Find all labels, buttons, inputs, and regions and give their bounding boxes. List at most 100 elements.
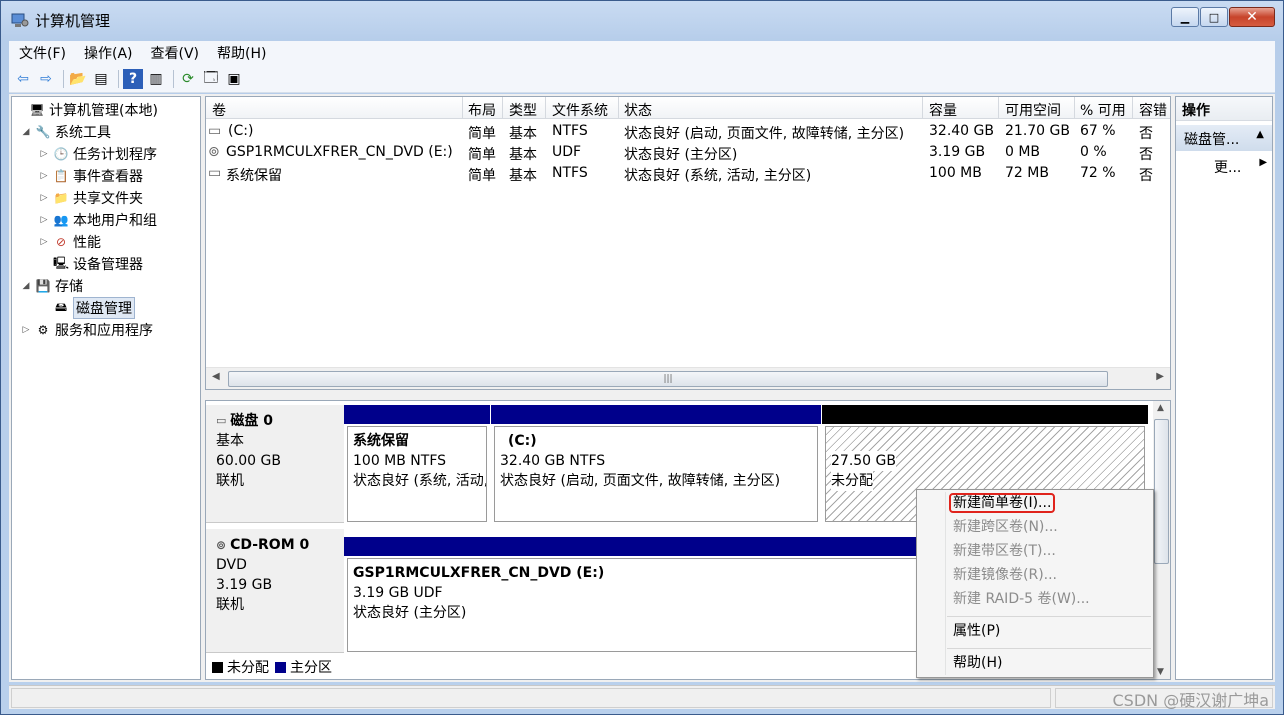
column-header-capacity[interactable]: 容量 — [929, 100, 957, 120]
column-header-volume[interactable]: 卷 — [212, 100, 226, 120]
column-header-status[interactable]: 状态 — [624, 100, 652, 120]
performance-icon: ⊘ — [55, 235, 67, 249]
collapse-up-icon[interactable]: ▲ — [1256, 129, 1264, 147]
cell-layout: 简单 — [468, 147, 496, 163]
new-simple-volume-item[interactable]: 新建简单卷(I)... — [919, 492, 1151, 516]
toolbar: ⇦ ⇨ 📂 ▤ ? ▥ ⟳ 🗔 ▣ — [9, 65, 1275, 93]
menu-view[interactable]: 查看(V) — [141, 43, 208, 63]
actions-disk-management[interactable]: 磁盘管... ▲ — [1176, 125, 1272, 151]
menu-help[interactable]: 帮助(H) — [207, 43, 274, 63]
tree-item-device-manager[interactable]: 🖳 设备管理器 — [38, 253, 143, 275]
tree-item-local-users[interactable]: ▷ 👥 本地用户和组 — [38, 209, 157, 231]
cell-volume: GSP1RMCULXFRER_CN_DVD (E:) — [226, 144, 453, 160]
forward-icon[interactable]: ⇨ — [36, 69, 56, 89]
partition-body: (C:) 32.40 GB NTFS 状态良好 (启动, 页面文件, 故障转储,… — [494, 426, 818, 522]
cell-type: 基本 — [509, 147, 537, 163]
device-manager-icon: 🖳 — [52, 255, 69, 270]
table-row[interactable]: ▭ (C:) 简单 基本 NTFS 状态良好 (启动, 页面文件, 故障转储, … — [206, 121, 1170, 142]
computer-management-icon: 🖥 — [29, 103, 45, 117]
tree-item-disk-management[interactable]: 🖴 磁盘管理 — [38, 297, 135, 319]
scrollbar-thumb[interactable]: ||| — [228, 371, 1108, 387]
column-header-free-space[interactable]: 可用空间 — [1005, 100, 1061, 120]
window-title: 计算机管理 — [35, 11, 111, 30]
disk-name: ⊚ CD-ROM 0 — [216, 535, 344, 555]
tree-item-label: 设备管理器 — [73, 257, 143, 273]
cdrom-0-type: DVD — [216, 557, 247, 573]
tree-item-storage[interactable]: ◢ 💾 存储 — [20, 275, 83, 297]
minimize-button[interactable]: ▁ — [1171, 7, 1199, 27]
scrollbar-thumb[interactable] — [1154, 419, 1169, 564]
menu-file[interactable]: 文件(F) — [9, 43, 74, 63]
collapsed-arrow-icon[interactable]: ▷ — [20, 325, 32, 335]
scroll-down-icon[interactable]: ▼ — [1157, 667, 1164, 677]
column-header-fault-tolerance[interactable]: 容错 — [1139, 100, 1167, 120]
tree-item-label: 本地用户和组 — [73, 213, 157, 229]
cell-capacity: 32.40 GB — [929, 123, 994, 139]
menu-item-label: 帮助(H) — [953, 655, 1003, 671]
help-icon[interactable]: ? — [123, 68, 143, 89]
cell-percent-free: 67 % — [1080, 123, 1116, 139]
collapsed-arrow-icon[interactable]: ▷ — [38, 149, 50, 159]
expanded-arrow-icon[interactable]: ◢ — [20, 281, 32, 291]
menu-item-label: 新建镜像卷(R)... — [953, 567, 1058, 583]
tree-item-event-viewer[interactable]: ▷ 📋 事件查看器 — [38, 165, 143, 187]
table-row[interactable]: ⊚ GSP1RMCULXFRER_CN_DVD (E:) 简单 基本 UDF 状… — [206, 142, 1170, 163]
partition-size: 100 MB NTFS — [353, 453, 447, 469]
partition-c-drive[interactable]: (C:) 32.40 GB NTFS 状态良好 (启动, 页面文件, 故障转储,… — [491, 405, 821, 523]
scroll-left-icon[interactable]: ◀ — [212, 371, 220, 382]
cell-type: 基本 — [509, 168, 537, 184]
expanded-arrow-icon[interactable]: ◢ — [20, 127, 32, 137]
volume-list: 卷 布局 类型 文件系统 状态 容量 可用空间 % 可用 容错 ▭ (C:) 简… — [205, 96, 1171, 390]
actions-more-label: 更... — [1214, 160, 1242, 176]
properties-icon[interactable]: 🗔 — [201, 69, 221, 89]
cdrom-0-label[interactable]: ⊚ CD-ROM 0 DVD 3.19 GB 联机 — [206, 529, 344, 653]
tree-item-computer-management[interactable]: 🖥 计算机管理(本地) — [14, 99, 158, 121]
vertical-scrollbar[interactable]: ▲ ▼ — [1153, 401, 1170, 679]
column-header-percent-free[interactable]: % 可用 — [1080, 100, 1126, 120]
maximize-button[interactable]: □ — [1200, 7, 1228, 27]
partition-system-reserved[interactable]: 系统保留 100 MB NTFS 状态良好 (系统, 活动, 主分区) — [344, 405, 490, 523]
collapsed-arrow-icon[interactable]: ▷ — [38, 193, 50, 203]
new-striped-volume-item[interactable]: 新建带区卷(T)... — [919, 540, 1151, 564]
table-row[interactable]: ▭ 系统保留 简单 基本 NTFS 状态良好 (系统, 活动, 主分区) 100… — [206, 163, 1170, 184]
tree-item-task-scheduler[interactable]: ▷ 🕒 任务计划程序 — [38, 143, 157, 165]
scroll-up-icon[interactable]: ▲ — [1157, 403, 1164, 413]
users-icon: 👥 — [53, 213, 69, 227]
collapsed-arrow-icon[interactable]: ▷ — [38, 215, 50, 225]
tree-item-performance[interactable]: ▷ ⊘ 性能 — [38, 231, 101, 253]
shared-folder-icon: 📁 — [53, 191, 69, 205]
new-mirrored-volume-item[interactable]: 新建镜像卷(R)... — [919, 564, 1151, 588]
show-hide-tree-icon[interactable]: ▤ — [91, 69, 111, 89]
tree-item-shared-folders[interactable]: ▷ 📁 共享文件夹 — [38, 187, 143, 209]
toolbar-divider — [173, 69, 174, 88]
tree-item-system-tools[interactable]: ◢ 🔧 系统工具 — [20, 121, 111, 143]
tree-item-label: 磁盘管理 — [73, 297, 135, 319]
column-header-type[interactable]: 类型 — [509, 100, 537, 120]
status-bar — [9, 685, 1275, 709]
new-raid5-volume-item[interactable]: 新建 RAID-5 卷(W)... — [919, 588, 1151, 612]
properties-item[interactable]: 属性(P) — [919, 620, 1151, 644]
actions-pane: 操作 磁盘管... ▲ 更... ▶ — [1175, 96, 1273, 680]
help-item[interactable]: 帮助(H) — [919, 652, 1151, 676]
cell-fault-tolerance: 否 — [1139, 147, 1153, 163]
title-bar[interactable]: 计算机管理 ▁ □ ✕ — [1, 1, 1283, 39]
actions-more[interactable]: 更... ▶ — [1176, 151, 1272, 177]
collapsed-arrow-icon[interactable]: ▷ — [38, 171, 50, 181]
column-header-filesystem[interactable]: 文件系统 — [552, 100, 608, 120]
scroll-right-icon[interactable]: ▶ — [1156, 371, 1164, 382]
up-folder-icon[interactable]: 📂 — [68, 69, 88, 89]
column-header-layout[interactable]: 布局 — [468, 100, 496, 120]
legend: 未分配 主分区 — [212, 657, 332, 677]
new-spanned-volume-item[interactable]: 新建跨区卷(N)... — [919, 516, 1151, 540]
export-list-icon[interactable]: ▣ — [224, 69, 244, 89]
horizontal-scrollbar[interactable]: ◀ ||| ▶ — [206, 367, 1170, 389]
menu-action[interactable]: 操作(A) — [74, 43, 141, 63]
close-button[interactable]: ✕ — [1229, 7, 1275, 27]
collapsed-arrow-icon[interactable]: ▷ — [38, 237, 50, 247]
disk-0-label[interactable]: ▭ 磁盘 0 基本 60.00 GB 联机 — [206, 405, 344, 523]
back-icon[interactable]: ⇦ — [13, 69, 33, 89]
action-pane-icon[interactable]: ▥ — [146, 69, 166, 89]
tree-item-services-apps[interactable]: ▷ ⚙ 服务和应用程序 — [20, 319, 153, 341]
menu-item-label: 新建带区卷(T)... — [953, 543, 1056, 559]
refresh-icon[interactable]: ⟳ — [178, 69, 198, 89]
